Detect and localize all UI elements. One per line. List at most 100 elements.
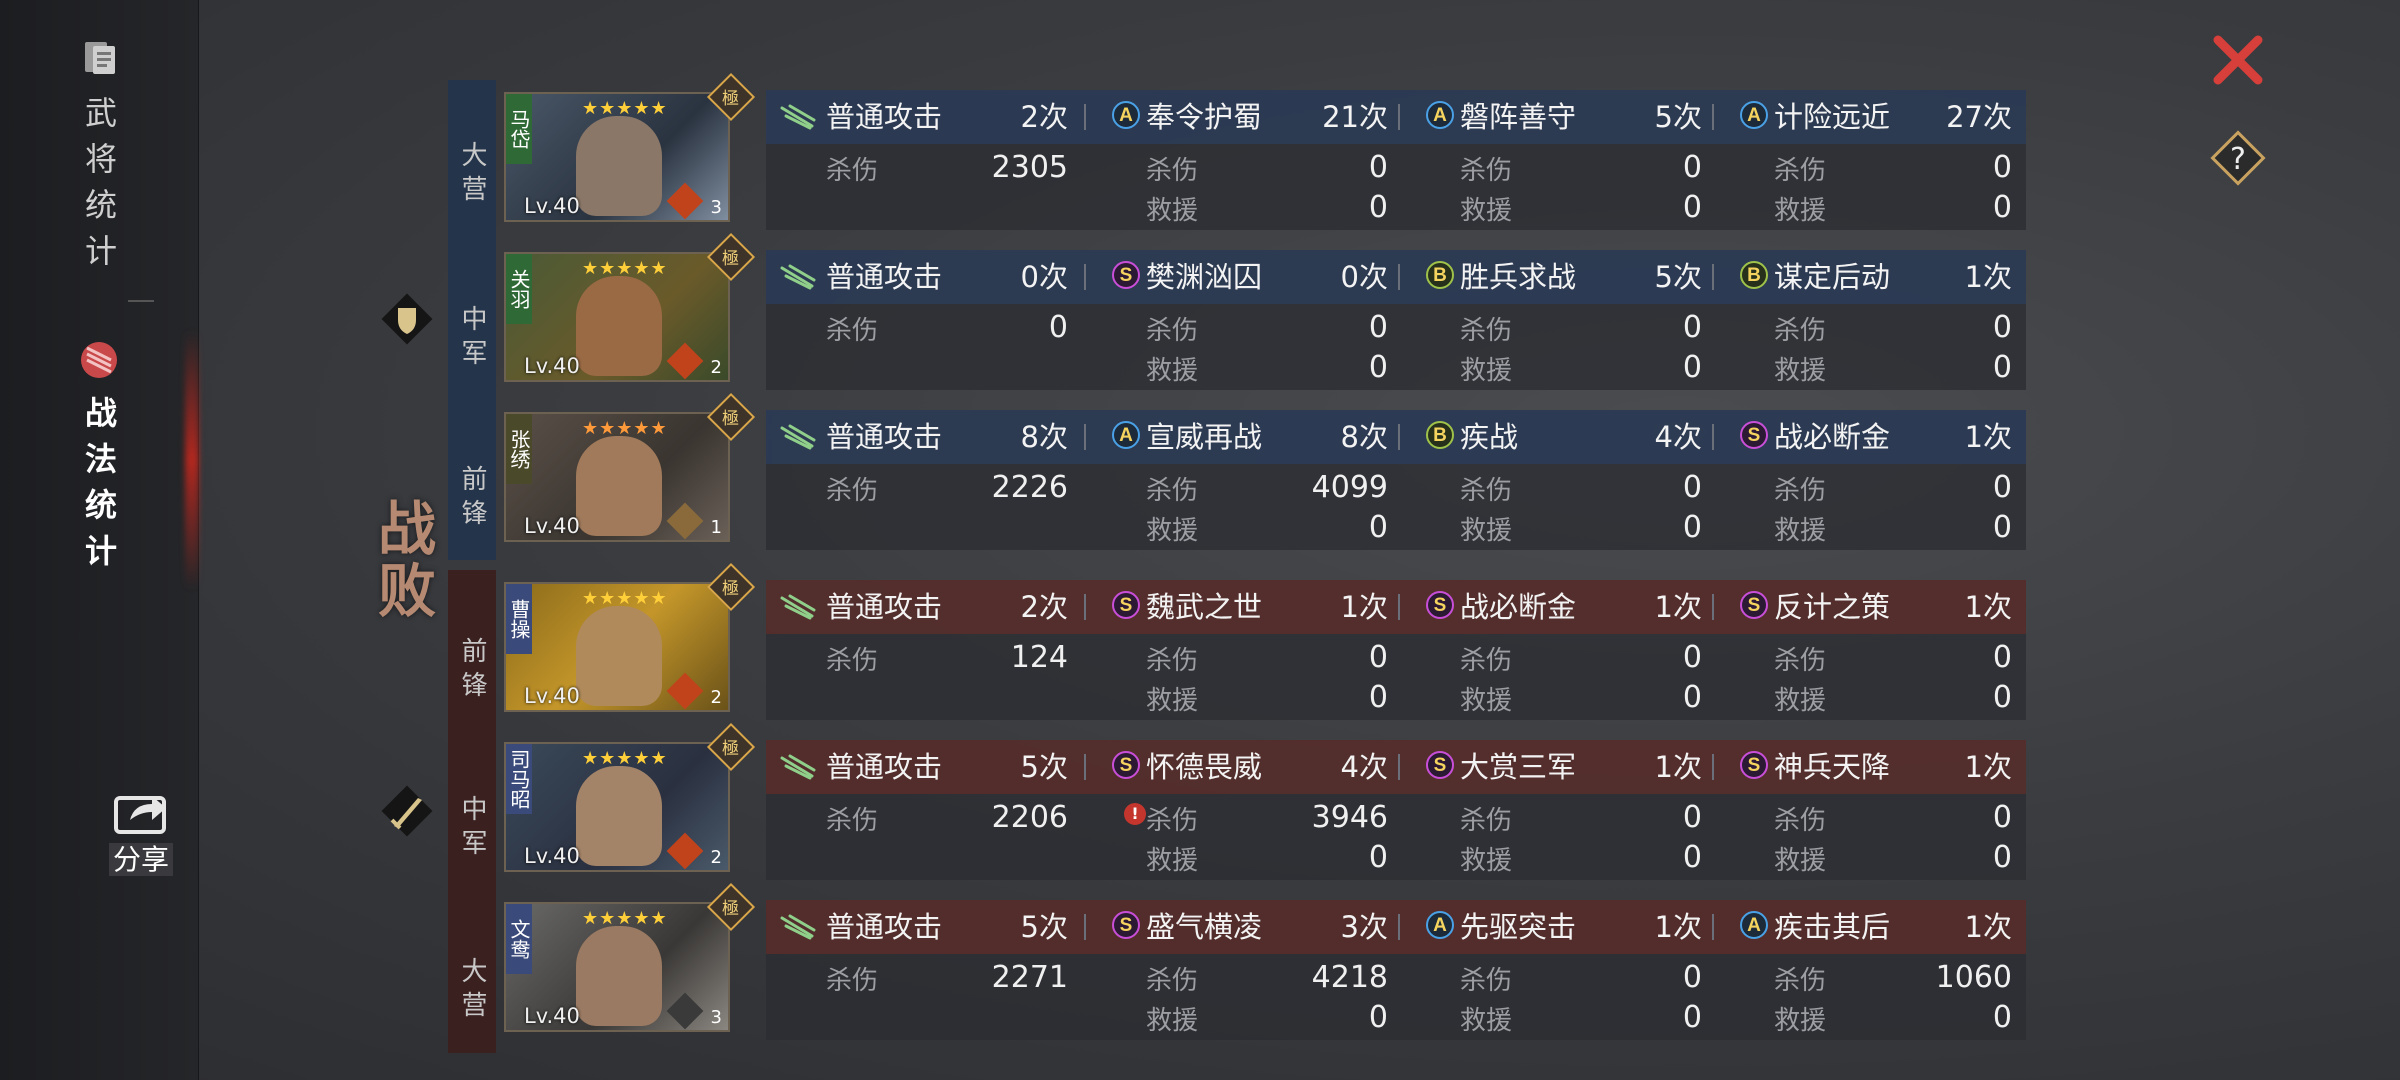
copy-count: 2 [710, 357, 722, 378]
tactic-name: 普通攻击 [826, 910, 943, 944]
tactic-cell[interactable]: S 怀德畏威 4次 杀伤 3946 救援 0! [1088, 740, 1402, 880]
tactic-cell[interactable]: S 战必断金 1次 杀伤 0 救援 0 [1402, 580, 1716, 720]
general-portrait[interactable]: 文鸯 ★★★★★ Lv.40 3 [504, 902, 730, 1032]
heal-value: 0 [1368, 190, 1388, 225]
tactic-grade-icon: A [1740, 101, 1768, 129]
general-portrait[interactable]: 司马昭 ★★★★★ Lv.40 2 [504, 742, 730, 872]
tactic-cell[interactable]: A 宣威再战 8次 杀伤 4099 救援 0 [1088, 410, 1402, 550]
rank-label: 極 [722, 739, 739, 759]
tactic-cell[interactable]: A 奉令护蜀 21次 杀伤 0 救援 0 [1088, 90, 1402, 230]
tactic-cell[interactable]: S 战必断金 1次 杀伤 0 救援 0 [1716, 410, 2026, 550]
nav-general-stats[interactable]: 武将统计 [0, 38, 198, 280]
heal-label: 救援 [1146, 196, 1199, 226]
tactic-name: 战必断金 [1460, 590, 1577, 624]
damage-label: 杀伤 [1460, 156, 1513, 186]
general-level: Lv.40 [524, 514, 580, 538]
tactic-cell[interactable]: B 胜兵求战 5次 杀伤 0 救援 0 [1402, 250, 1716, 390]
damage-label: 杀伤 [1146, 316, 1199, 346]
damage-value: 0 [1682, 800, 1702, 835]
heal-label: 救援 [1460, 356, 1513, 386]
trigger-count: 0次 [1340, 260, 1388, 294]
damage-label: 杀伤 [1774, 646, 1827, 676]
tactic-cell[interactable]: S 神兵天降 1次 杀伤 0 救援 0 [1716, 740, 2026, 880]
damage-value: 0 [1368, 640, 1388, 675]
tactic-name: 反计之策 [1774, 590, 1891, 624]
normal-attack-cell[interactable]: 普通攻击 2次 杀伤 2305 [766, 90, 1082, 230]
help-button[interactable]: ? [2206, 126, 2270, 190]
tactic-grade-icon: S [1740, 591, 1768, 619]
tactic-grade-icon: A [1426, 101, 1454, 129]
battle-result-label: 战败 [377, 495, 436, 625]
tactic-name: 怀德畏威 [1146, 750, 1263, 784]
damage-value: 2305 [991, 150, 1068, 185]
heal-value: 0 [1682, 510, 1702, 545]
tactic-cell[interactable]: A 先驱突击 1次 杀伤 0 救援 0 [1402, 900, 1716, 1040]
normal-attack-cell[interactable]: 普通攻击 5次 杀伤 2206 [766, 740, 1082, 880]
heal-label: 救援 [1146, 846, 1199, 876]
tactic-cell[interactable]: A 疾击其后 1次 杀伤 1060 救援 0 [1716, 900, 2026, 1040]
damage-value: 0 [1992, 800, 2012, 835]
heal-label: 救援 [1460, 196, 1513, 226]
tactic-name: 普通攻击 [826, 260, 943, 294]
nav-tactic-stats-label: 战法统计 [80, 396, 118, 580]
tactic-cell[interactable]: A 磐阵善守 5次 杀伤 0 救援 0 [1402, 90, 1716, 230]
tactic-grade-icon: S [1112, 751, 1140, 779]
tactic-name: 盛气横凌 [1146, 910, 1263, 944]
general-portrait[interactable]: 关羽 ★★★★★ Lv.40 2 [504, 252, 730, 382]
tactic-cell[interactable]: S 反计之策 1次 杀伤 0 救援 0 [1716, 580, 2026, 720]
tactic-stats-row: 普通攻击 5次 杀伤 2206 S 怀德畏威 4次 杀伤 3946 救援 0! S 大赏三军 1次 杀伤 0 救… [766, 740, 2026, 880]
tactic-cell[interactable]: B 疾战 4次 杀伤 0 救援 0 [1402, 410, 1716, 550]
general-level: Lv.40 [524, 194, 580, 218]
damage-label: 杀伤 [826, 646, 879, 676]
column-divider [1712, 914, 1714, 940]
heal-label: 救援 [1774, 196, 1827, 226]
damage-value: 2226 [991, 470, 1068, 505]
tactic-cell[interactable]: S 樊渊汹囚 0次 杀伤 0 救援 0 [1088, 250, 1402, 390]
trigger-count: 27次 [1946, 100, 2012, 134]
damage-value: 0 [1368, 310, 1388, 345]
share-button[interactable]: 分享 [96, 786, 186, 878]
damage-label: 杀伤 [1460, 316, 1513, 346]
tactic-name: 普通攻击 [826, 750, 943, 784]
tactic-cell[interactable]: S 盛气横凌 3次 杀伤 4218 救援 0 [1088, 900, 1402, 1040]
general-portrait[interactable]: 曹操 ★★★★★ Lv.40 2 [504, 582, 730, 712]
tactic-stats-row: 普通攻击 2次 杀伤 124 S 魏武之世 1次 杀伤 0 救援 0 S 战必断金 1次 杀伤 0 救援 0 S 反计… [766, 580, 2026, 720]
trigger-count: 5次 [1020, 750, 1068, 784]
trigger-count: 2次 [1020, 590, 1068, 624]
tactic-grade-icon: S [1112, 261, 1140, 289]
normal-attack-cell[interactable]: 普通攻击 8次 杀伤 2226 [766, 410, 1082, 550]
normal-attack-cell[interactable]: 普通攻击 5次 杀伤 2271 [766, 900, 1082, 1040]
general-level: Lv.40 [524, 1004, 580, 1028]
position-label: 前锋 [457, 465, 487, 533]
close-icon[interactable] [2206, 28, 2270, 92]
tactic-cell[interactable]: B 谋定后动 1次 杀伤 0 救援 0 [1716, 250, 2026, 390]
share-label: 分享 [108, 843, 173, 876]
heal-label: 救援 [1774, 356, 1827, 386]
column-divider [1084, 424, 1086, 450]
position-label: 中军 [457, 795, 487, 863]
tactic-name: 胜兵求战 [1460, 260, 1577, 294]
tactic-grade-icon: A [1740, 911, 1768, 939]
general-portrait[interactable]: 马岱 ★★★★★ Lv.40 3 [504, 92, 730, 222]
damage-value: 0 [1992, 310, 2012, 345]
column-divider [1398, 264, 1400, 290]
tactic-cell[interactable]: S 魏武之世 1次 杀伤 0 救援 0 [1088, 580, 1402, 720]
trigger-count: 1次 [1964, 420, 2012, 454]
tactic-name: 魏武之世 [1146, 590, 1263, 624]
normal-attack-cell[interactable]: 普通攻击 0次 杀伤 0 [766, 250, 1082, 390]
share-icon [114, 796, 166, 834]
heal-value: 0 [1682, 1000, 1702, 1035]
normal-attack-icon [780, 104, 816, 130]
nav-tactic-stats[interactable]: 战法统计 [0, 338, 198, 580]
general-portrait[interactable]: 张绣 ★★★★★ Lv.40 1 [504, 412, 730, 542]
damage-value: 4218 [1311, 960, 1388, 995]
enemy-team-bar: 前锋 中军 大营 [448, 570, 496, 1053]
tactic-cell[interactable]: S 大赏三军 1次 杀伤 0 救援 0 [1402, 740, 1716, 880]
normal-attack-cell[interactable]: 普通攻击 2次 杀伤 124 [766, 580, 1082, 720]
trigger-count: 1次 [1964, 750, 2012, 784]
tactic-cell[interactable]: A 计险远近 27次 杀伤 0 救援 0 [1716, 90, 2026, 230]
damage-label: 杀伤 [1774, 806, 1827, 836]
damage-label: 杀伤 [1146, 966, 1199, 996]
damage-value: 0 [1682, 640, 1702, 675]
tactic-grade-icon: S [1740, 421, 1768, 449]
